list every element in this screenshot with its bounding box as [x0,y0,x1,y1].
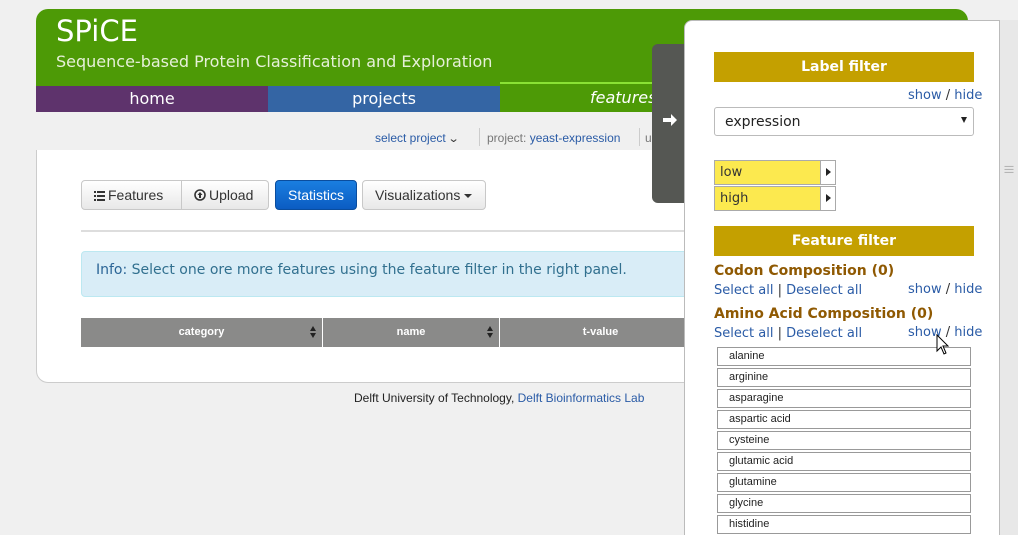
feature-item-arginine[interactable]: arginine [717,368,971,387]
hide-link[interactable]: hide [954,282,982,297]
label-item-text: low [720,165,743,180]
show-link[interactable]: show [908,88,942,103]
divider [639,128,640,146]
scroll-grip-icon[interactable]: — — — [1004,162,1014,178]
info-alert: Info: Select one ore more features using… [81,251,701,297]
site-title: SPiCE [56,14,138,48]
side-panel-toggle[interactable] [652,44,688,203]
feature-item-glycine[interactable]: glycine [717,494,971,513]
scrollbar[interactable] [1000,20,1018,535]
features-button[interactable]: Features [81,180,182,210]
amino-select-controls: Select all | Deselect all [714,326,863,341]
chevron-down-icon: ⌄ [447,133,460,145]
current-project: project: yeast-expression [487,131,620,145]
visualizations-label: Visualizations [375,187,461,203]
user-menu[interactable]: u [645,131,652,145]
codon-select-controls: Select all | Deselect all [714,283,863,298]
feature-item-glutamic-acid[interactable]: glutamic acid [717,452,971,471]
sort-icon [487,326,494,339]
deselect-all-link[interactable]: Deselect all [786,326,862,341]
column-label: t-value [582,326,619,338]
feature-filter-header: Feature filter [714,226,974,256]
project-name-link[interactable]: yeast-expression [530,131,621,145]
features-button-label: Features [108,187,164,203]
column-header-name[interactable]: name [323,318,500,347]
section-divider [81,230,701,232]
select-project-label: select project [375,131,446,145]
divider [479,128,480,146]
visualizations-dropdown[interactable]: Visualizations [362,180,486,210]
info-prefix: Info: [96,262,128,278]
hide-link[interactable]: hide [954,88,982,103]
info-message: Select one ore more features using the f… [131,262,627,278]
upload-icon [194,189,206,201]
feature-item-cysteine[interactable]: cysteine [717,431,971,450]
upload-button-label: Upload [209,187,254,203]
arrow-right-icon [663,114,677,126]
dropdown-arrow-icon [961,117,967,123]
nav-home[interactable]: home [36,82,268,112]
column-header-category[interactable]: category [81,318,323,347]
caret-down-icon [464,194,473,199]
toolbar: Features Upload Statistics Visualization… [81,180,486,210]
footer-text: Delft University of Technology, [354,391,515,405]
feature-item-aspartic-acid[interactable]: aspartic acid [717,410,971,429]
label-item-text: high [720,191,749,206]
mouse-cursor-icon [936,334,950,355]
select-project-dropdown[interactable]: select project ⌄ [375,131,460,145]
nav-projects[interactable]: projects [268,82,500,112]
column-header-t-value[interactable]: t-value [500,318,701,347]
expand-arrow-icon[interactable] [820,187,835,210]
feature-item-asparagine[interactable]: asparagine [717,389,971,408]
sort-icon [310,326,317,339]
select-all-link[interactable]: Select all [714,283,773,298]
amino-acid-composition-title: Amino Acid Composition (0) [714,306,934,322]
feature-item-histidine[interactable]: histidine [717,515,971,534]
expand-arrow-icon[interactable] [820,161,835,184]
hide-link[interactable]: hide [954,325,982,340]
list-icon [94,191,105,201]
deselect-all-link[interactable]: Deselect all [786,283,862,298]
show-link[interactable]: show [908,282,942,297]
label-item-low[interactable]: low [714,160,836,185]
codon-composition-title: Codon Composition (0) [714,263,895,279]
site-subtitle: Sequence-based Protein Classification an… [56,52,493,71]
statistics-button[interactable]: Statistics [275,180,357,210]
codon-toggle: show / hide [908,282,983,297]
main-content: Features Upload Statistics Visualization… [36,150,701,383]
label-item-high[interactable]: high [714,186,836,211]
footer: Delft University of Technology, Delft Bi… [354,391,644,405]
column-label: category [178,326,225,338]
project-bar: select project ⌄ project: yeast-expressio… [36,126,686,150]
label-filter-header: Label filter [714,52,974,82]
upload-button[interactable]: Upload [182,180,269,210]
footer-link[interactable]: Delft Bioinformatics Lab [518,391,645,405]
feature-item-alanine[interactable]: alanine [717,347,971,366]
project-prefix: project: [487,131,527,145]
select-all-link[interactable]: Select all [714,326,773,341]
feature-item-glutamine[interactable]: glutamine [717,473,971,492]
filter-panel: Label filter show / hide expression low … [684,20,1000,535]
label-filter-toggle: show / hide [908,88,983,103]
label-select[interactable]: expression [714,107,974,136]
column-label: name [396,326,426,338]
table-header: category name t-value [81,318,701,347]
label-select-value: expression [725,114,801,130]
